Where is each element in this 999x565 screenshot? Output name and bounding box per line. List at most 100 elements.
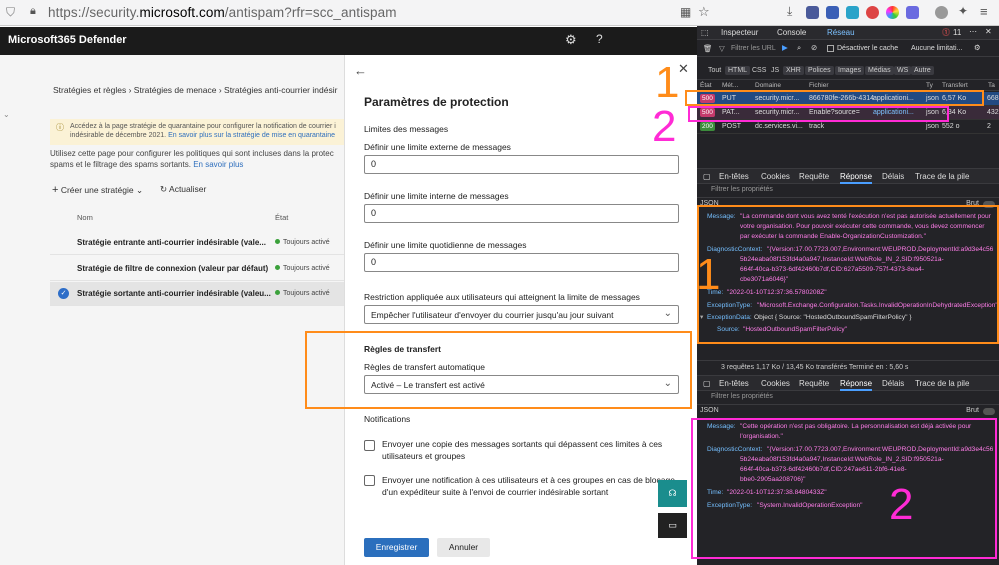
pick-element-icon[interactable]: ⬚ xyxy=(701,28,709,37)
policy-name: Stratégie de filtre de connexion (valeur… xyxy=(77,264,269,273)
tab-cookies[interactable]: Cookies xyxy=(761,172,790,181)
disable-cache-checkbox[interactable] xyxy=(827,45,834,52)
gear-icon[interactable]: ⚙ xyxy=(565,32,577,48)
back-arrow-icon[interactable]: ← xyxy=(354,63,367,78)
tab-response[interactable]: Réponse xyxy=(840,172,873,184)
check-icon[interactable]: ✓ xyxy=(58,288,69,299)
tab-stack-trace[interactable]: Trace de la pile xyxy=(915,379,969,388)
chevron-down-icon[interactable]: ⌄ xyxy=(3,110,10,119)
tab-network[interactable]: Réseau xyxy=(827,28,855,37)
tab-console[interactable]: Console xyxy=(777,28,806,37)
col-type[interactable]: Ty xyxy=(926,82,933,89)
extension-icon[interactable] xyxy=(806,6,819,19)
close-icon[interactable]: ✕ xyxy=(985,27,992,36)
notify-copy-checkbox[interactable] xyxy=(364,440,375,451)
extension-icon[interactable] xyxy=(826,6,839,19)
save-button[interactable]: Enregistrer xyxy=(364,538,429,557)
grid-icon[interactable]: ▦ xyxy=(680,5,691,19)
lock-icon[interactable]: 🔒︎ xyxy=(30,5,36,18)
download-icon[interactable]: ⤓ xyxy=(787,4,792,19)
tab-response[interactable]: Réponse xyxy=(840,379,873,391)
filter-properties-input[interactable]: Filtrer les propriétés xyxy=(697,184,999,198)
tab-inspector[interactable]: Inspecteur xyxy=(721,28,758,37)
tab-headers[interactable]: En-têtes xyxy=(719,172,749,181)
filter-js[interactable]: JS xyxy=(768,66,782,75)
extensions-puzzle-icon[interactable]: ✦ xyxy=(958,4,968,18)
url-field[interactable]: https://security.microsoft.com/antispam?… xyxy=(48,5,397,20)
chat-assist-button[interactable]: ☊ xyxy=(658,480,687,507)
block-icon[interactable]: ⊘ xyxy=(811,43,817,52)
column-header-state[interactable]: État xyxy=(275,213,288,222)
extension-icon[interactable] xyxy=(906,6,919,19)
notifications-section-title: Notifications xyxy=(364,414,411,424)
filter-fonts[interactable]: Polices xyxy=(805,66,834,75)
more-options-icon[interactable]: ⋯ xyxy=(969,27,977,36)
trash-icon[interactable]: ▢ xyxy=(703,172,711,181)
color-picker-icon[interactable] xyxy=(886,6,899,19)
tab-timings[interactable]: Délais xyxy=(882,379,904,388)
internal-limit-input[interactable]: 0 xyxy=(364,204,679,223)
error-icon[interactable]: ⓵ xyxy=(942,27,950,38)
tab-request[interactable]: Requête xyxy=(799,379,829,388)
request-row[interactable]: 200 POST dc.services.vi... track json 55… xyxy=(697,120,999,134)
tab-headers[interactable]: En-têtes xyxy=(719,379,749,388)
shield-icon[interactable]: ⛉ xyxy=(6,5,15,20)
table-row-selected[interactable]: ✓ Stratégie sortante anti-courrier indés… xyxy=(50,282,345,306)
extension-icon[interactable] xyxy=(866,6,879,19)
banner-link[interactable]: En savoir plus sur la stratégie de mise … xyxy=(168,132,335,139)
url-filter-input[interactable]: Filtrer les URL xyxy=(731,45,776,52)
tab-stack-trace[interactable]: Trace de la pile xyxy=(915,172,969,181)
comment-icon: ▭ xyxy=(668,520,677,530)
help-icon[interactable]: ? xyxy=(596,32,603,46)
annotation-box-magenta xyxy=(691,418,997,559)
throttling-select[interactable]: Aucune limitati... xyxy=(911,45,962,52)
url-domain: microsoft.com xyxy=(139,5,225,20)
refresh-button[interactable]: ↻ Actualiser xyxy=(160,184,206,195)
external-limit-input[interactable]: 0 xyxy=(364,155,679,174)
menu-icon[interactable]: ≡ xyxy=(980,4,988,19)
daily-limit-input[interactable]: 0 xyxy=(364,253,679,272)
table-row[interactable]: Stratégie entrante anti-courrier indésir… xyxy=(50,231,345,255)
filter-css[interactable]: CSS xyxy=(749,66,769,75)
close-icon[interactable]: ✕ xyxy=(678,61,689,77)
col-size[interactable]: Ta xyxy=(988,82,995,89)
extension-icon[interactable] xyxy=(846,6,859,19)
trash-icon[interactable]: ▢ xyxy=(703,379,711,388)
filter-properties-input[interactable]: Filtrer les propriétés xyxy=(697,391,999,405)
bookmark-star-icon[interactable]: ☆ xyxy=(698,4,710,20)
play-icon[interactable]: ▶ xyxy=(782,43,788,52)
filter-all[interactable]: Tout xyxy=(705,66,724,75)
breadcrumb[interactable]: Stratégies et règles › Stratégies de men… xyxy=(53,85,337,95)
filter-xhr[interactable]: XHR xyxy=(783,66,804,75)
col-status[interactable]: État xyxy=(700,82,712,89)
create-policy-label: Créer une stratégie xyxy=(60,185,134,195)
col-file[interactable]: Fichier xyxy=(809,82,829,89)
tab-cookies[interactable]: Cookies xyxy=(761,379,790,388)
cancel-button[interactable]: Annuler xyxy=(437,538,490,557)
restriction-dropdown[interactable]: Empêcher l'utilisateur d'envoyer du cour… xyxy=(364,305,679,324)
info-icon: ⓘ xyxy=(56,123,64,132)
create-policy-button[interactable]: + Créer une stratégie ⌄ xyxy=(52,184,143,196)
app-brand[interactable]: Microsoft365 Defender xyxy=(8,34,127,46)
filter-other[interactable]: Autre xyxy=(911,66,934,75)
column-header-name[interactable]: Nom xyxy=(77,213,93,222)
col-transfer[interactable]: Transfert xyxy=(942,82,968,89)
search-icon[interactable]: ⌕ xyxy=(797,43,801,53)
filter-html[interactable]: HTML xyxy=(725,66,751,75)
learn-more-link[interactable]: En savoir plus xyxy=(193,160,243,169)
filter-media[interactable]: Médias xyxy=(865,66,894,75)
col-domain[interactable]: Domaine xyxy=(755,82,781,89)
account-icon[interactable] xyxy=(935,6,948,19)
feedback-button[interactable]: ▭ xyxy=(658,513,687,538)
tab-timings[interactable]: Délais xyxy=(882,172,904,181)
filter-images[interactable]: Images xyxy=(835,66,864,75)
table-row[interactable]: Stratégie de filtre de connexion (valeur… xyxy=(50,257,345,281)
col-method[interactable]: Mét... xyxy=(722,82,738,89)
json-label[interactable]: JSON xyxy=(700,407,719,414)
trash-icon[interactable]: 🗑︎ xyxy=(703,44,713,53)
filter-ws[interactable]: WS xyxy=(894,66,912,75)
settings-gear-icon[interactable]: ⚙ xyxy=(974,43,981,52)
notify-blocked-checkbox[interactable] xyxy=(364,475,375,486)
raw-toggle[interactable] xyxy=(983,408,995,415)
tab-request[interactable]: Requête xyxy=(799,172,829,181)
